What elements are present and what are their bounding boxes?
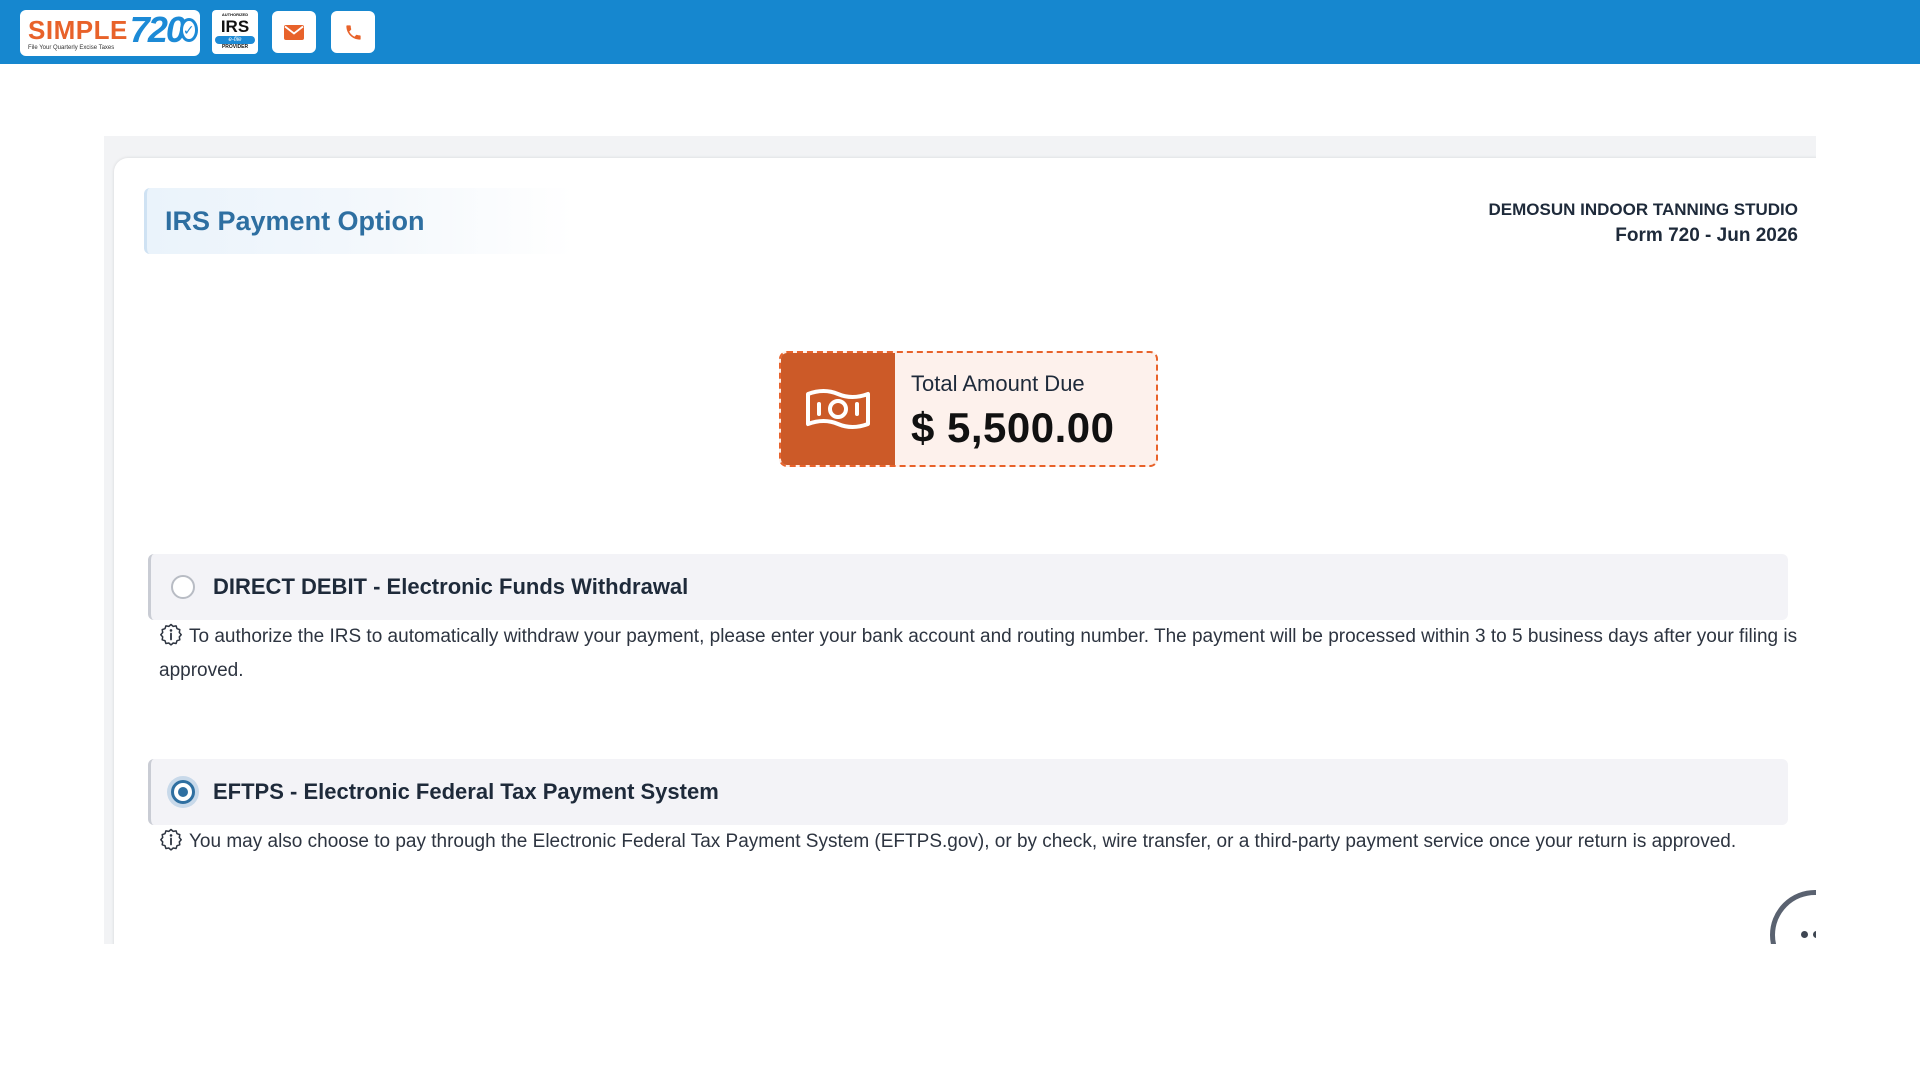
- form-period: Form 720 - Jun 2026: [1615, 225, 1798, 246]
- simple720-logo[interactable]: SIMPLE 720 ✓ File Your Quarterly Excise …: [20, 10, 200, 56]
- checkmark-icon: ✓: [179, 18, 198, 42]
- eftps-radio[interactable]: [171, 780, 195, 804]
- page-title: IRS Payment Option: [165, 205, 425, 236]
- direct-debit-radio[interactable]: [171, 575, 195, 599]
- payment-option-direct-debit[interactable]: DIRECT DEBIT - Electronic Funds Withdraw…: [148, 554, 1788, 620]
- direct-debit-info-note: To authorize the IRS to automatically wi…: [159, 620, 1799, 688]
- money-bill-icon: [806, 389, 870, 429]
- top-bar: SIMPLE 720 ✓ File Your Quarterly Excise …: [0, 0, 1920, 64]
- page-title-box: IRS Payment Option: [144, 188, 574, 254]
- phone-icon: [345, 24, 361, 40]
- payment-card: IRS Payment Option DEMOSUN INDOOR TANNIN…: [114, 158, 1816, 944]
- irs-badge-main: IRS: [220, 17, 250, 36]
- email-button[interactable]: [272, 11, 316, 53]
- payment-option-eftps[interactable]: EFTPS - Electronic Federal Tax Payment S…: [148, 759, 1788, 825]
- envelope-icon: [284, 24, 304, 40]
- eftps-note-text: You may also choose to pay through the E…: [189, 831, 1737, 852]
- info-icon: [160, 828, 182, 851]
- company-name: DEMOSUN INDOOR TANNING STUDIO: [1488, 200, 1798, 219]
- due-text: Total Amount Due $ 5,500.00: [895, 353, 1115, 465]
- total-amount-due-box: Total Amount Due $ 5,500.00: [779, 351, 1158, 467]
- total-due-amount: $ 5,500.00: [911, 404, 1115, 451]
- irs-badge-efile: e-file: [215, 36, 255, 44]
- content-area: IRS Payment Option DEMOSUN INDOOR TANNIN…: [104, 136, 1816, 944]
- logo-word: SIMPLE: [28, 15, 128, 45]
- direct-debit-note-text: To authorize the IRS to automatically wi…: [159, 626, 1798, 681]
- direct-debit-label: DIRECT DEBIT - Electronic Funds Withdraw…: [213, 574, 689, 599]
- logo-number: 720: [129, 10, 186, 50]
- chat-dot-icon: [1813, 931, 1816, 938]
- eftps-info-note: You may also choose to pay through the E…: [159, 825, 1799, 859]
- total-due-label: Total Amount Due: [911, 371, 1085, 396]
- company-info: DEMOSUN INDOOR TANNING STUDIO Form 720 -…: [1489, 198, 1798, 250]
- irs-efile-provider-badge: AUTHORIZED IRS e-file PROVIDER: [212, 10, 258, 54]
- irs-badge-bottom: PROVIDER: [221, 44, 249, 50]
- eftps-label: EFTPS - Electronic Federal Tax Payment S…: [213, 779, 719, 804]
- due-icon-panel: [781, 353, 895, 465]
- logo-wordmark: SIMPLE 720 ✓: [28, 10, 198, 50]
- info-icon: [160, 623, 182, 646]
- phone-button[interactable]: [331, 11, 375, 53]
- chat-dot-icon: [1801, 931, 1808, 938]
